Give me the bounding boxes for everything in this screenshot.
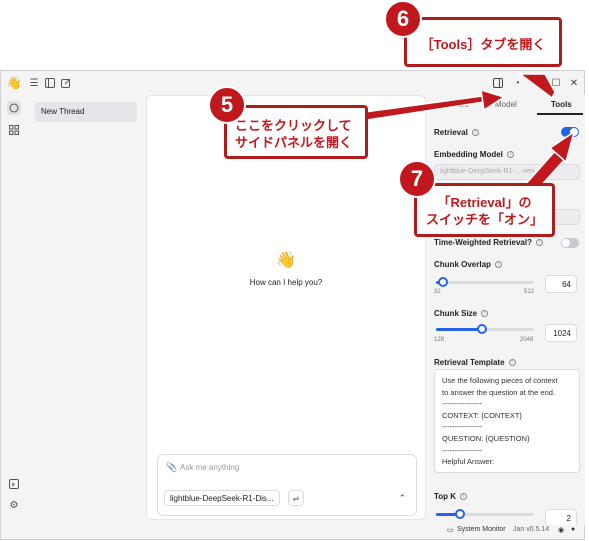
right-panel-toggle-icon[interactable] (490, 75, 506, 91)
right-side-panel: Assistant Model Tools Retrieval i Embeddi… (428, 95, 585, 525)
model-settings-icon[interactable]: ⇌ (288, 490, 304, 506)
tab-model[interactable]: Model (495, 100, 517, 109)
template-line: ---------------- (442, 399, 482, 409)
template-line: Use the following pieces of context (442, 376, 558, 385)
model-selector[interactable]: lightblue-DeepSeek-R1-Dis... (164, 490, 280, 506)
chevron-up-icon[interactable]: ⌃ (398, 493, 406, 504)
chunk-size-min: 128 (434, 337, 445, 343)
app-logo-icon: 👋 (6, 76, 22, 90)
callout-5-badge: 5 (208, 86, 246, 124)
callout-5-line: ここをクリックして (235, 118, 352, 133)
template-line: to answer the question at the end. (442, 387, 555, 397)
github-icon[interactable]: ● (571, 526, 575, 533)
system-monitor-button[interactable]: System Monitor (457, 526, 506, 533)
new-thread-icon[interactable] (59, 76, 73, 90)
chunk-overlap-min: 32 (434, 289, 441, 295)
template-line: ---------------- (442, 445, 482, 455)
version-text: Jan v0.5.14 (513, 526, 550, 533)
retrieval-toggle[interactable] (561, 127, 579, 137)
palette-icon[interactable]: ◔ (509, 75, 525, 91)
attach-icon[interactable]: 📎 (166, 462, 177, 473)
active-tab-indicator (537, 113, 583, 115)
discord-icon[interactable]: ◉ (558, 526, 564, 534)
message-composer[interactable]: 📎 Ask me anything lightblue-DeepSeek-R1-… (157, 454, 417, 516)
info-icon: i (471, 129, 479, 137)
template-line: Helpful Answer: (442, 457, 495, 467)
chunk-overlap-slider[interactable] (436, 277, 534, 287)
retrieval-template-label: Retrieval Template i (434, 358, 516, 367)
callout-6-badge: 6 (384, 0, 422, 38)
slider-handle[interactable] (455, 509, 465, 519)
minimize-icon[interactable]: — (529, 75, 545, 91)
tab-assistant[interactable]: Assistant (436, 100, 468, 109)
close-icon[interactable]: ✕ (566, 75, 582, 91)
greeting-text: How can I help you? (249, 278, 323, 287)
info-icon: i (508, 359, 516, 367)
thread-list: New Thread (29, 97, 141, 537)
callout-6-text: ［Tools］タブを開く (420, 37, 546, 52)
message-input[interactable]: Ask me anything (180, 463, 239, 472)
time-weighted-toggle[interactable] (561, 238, 579, 248)
callout-7-badge: 7 (398, 160, 436, 198)
callout-6: ［Tools］タブを開く (404, 17, 562, 67)
chunk-size-input[interactable]: 1024 (545, 324, 577, 342)
chat-icon[interactable] (7, 101, 21, 115)
status-bar: ▭ System Monitor Jan v0.5.14 ◉ ● (1, 523, 584, 539)
maximize-icon[interactable]: ☐ (548, 75, 564, 91)
template-line: ---------------- (442, 422, 482, 432)
callout-7-line: 「Retrieval」の (437, 195, 532, 210)
info-icon: i (535, 239, 543, 247)
wave-emoji-icon: 👋 (276, 252, 296, 269)
chunk-size-slider[interactable] (436, 324, 534, 334)
menu-icon[interactable]: ☰ (27, 76, 41, 90)
slider-handle[interactable] (438, 277, 448, 287)
retrieval-template-textarea[interactable]: Use the following pieces of context to a… (434, 369, 580, 473)
left-panel-toggle-icon[interactable] (43, 76, 57, 90)
local-api-icon[interactable] (7, 477, 21, 491)
settings-gear-icon[interactable]: ⚙ (7, 498, 21, 512)
chunk-overlap-max: 512 (524, 289, 535, 295)
callout-7-line: スイッチを「オン」 (425, 212, 543, 227)
thread-item[interactable]: New Thread (35, 102, 137, 122)
top-k-slider[interactable] (436, 509, 534, 519)
retrieval-label: Retrieval i (434, 128, 479, 137)
info-icon: i (506, 151, 514, 159)
info-icon: i (494, 261, 502, 269)
chunk-overlap-label: Chunk Overlap i (434, 260, 502, 269)
chunk-size-label: Chunk Size i (434, 309, 489, 318)
embedding-model-field[interactable]: lightblue-DeepSeek-R1-...-ven (434, 164, 580, 180)
top-k-label: Top Ki (434, 492, 468, 501)
embedding-model-label: Embedding Model i (434, 150, 514, 159)
callout-5-line: サイドパネルを開く (235, 135, 353, 150)
info-icon: i (460, 493, 468, 501)
time-weighted-label: Time-Weighted Retrieval? i (434, 238, 543, 247)
chunk-overlap-input[interactable]: 64 (545, 275, 577, 293)
monitor-icon[interactable]: ▭ (447, 526, 454, 534)
panel-tabs: Assistant Model Tools (428, 95, 585, 115)
callout-5: ここをクリックして サイドパネルを開く (224, 105, 368, 159)
tab-tools[interactable]: Tools (551, 100, 572, 109)
hub-icon[interactable] (7, 123, 21, 137)
chunk-size-max: 2048 (520, 337, 534, 343)
template-line: QUESTION: {QUESTION} (442, 433, 530, 443)
slider-handle[interactable] (477, 324, 487, 334)
info-icon: i (481, 310, 489, 318)
title-bar: 👋 ☰ ◔ — ☐ ✕ (1, 71, 584, 95)
template-line: CONTEXT: {CONTEXT} (442, 410, 523, 420)
callout-7: 「Retrieval」の スイッチを「オン」 (414, 183, 555, 237)
